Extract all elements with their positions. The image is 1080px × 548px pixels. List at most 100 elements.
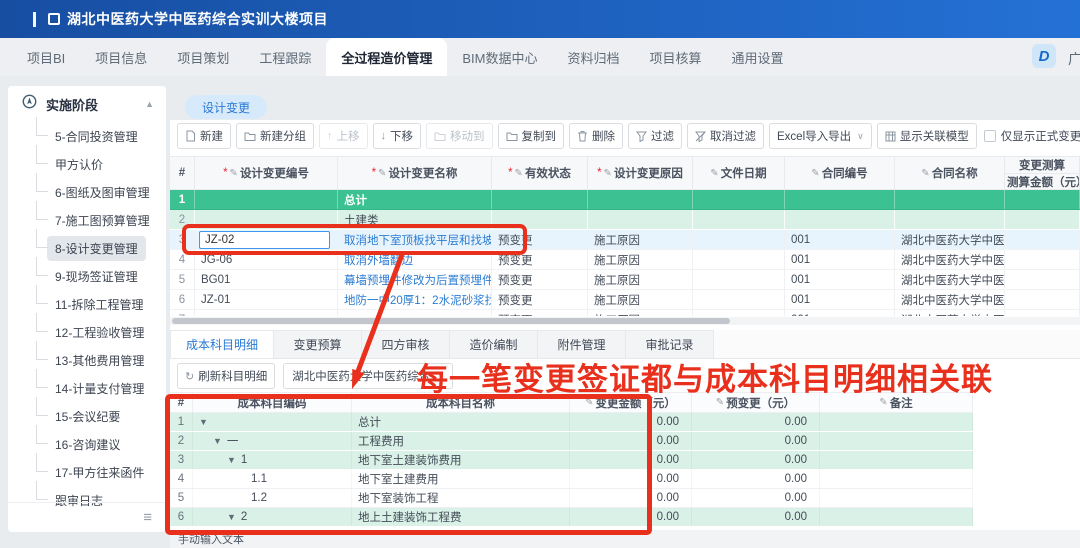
sidebar-item-drawing-review[interactable]: 6-图纸及图审管理 <box>8 178 166 206</box>
checkbox-icon[interactable] <box>984 130 996 142</box>
column-header-pre-change[interactable]: ✎预变更（元） <box>692 393 820 412</box>
change-toolbar: 新建 新建分组 ↑ 上移 ↓ 下移 移动到 复制到 <box>177 123 1080 149</box>
trash-icon <box>577 130 588 142</box>
project-select-dropdown[interactable]: 湖北中医药大学中医药综合 ∨ <box>283 363 453 389</box>
change-name-link[interactable]: 取消外墙翻边 <box>344 252 413 268</box>
nav-tab-project-bi[interactable]: 项目BI <box>12 38 80 76</box>
nav-tab-accounting[interactable]: 项目核算 <box>635 38 717 76</box>
edit-icon: ✎ <box>879 397 887 408</box>
expand-arrow-icon[interactable]: ▼ <box>227 512 236 522</box>
sidebar-item-construction-budget[interactable]: 7-施工图预算管理 <box>8 206 166 234</box>
expand-arrow-icon[interactable]: ▼ <box>213 436 222 446</box>
nav-tab-project-info[interactable]: 项目信息 <box>80 38 162 76</box>
new-group-button[interactable]: 新建分组 <box>236 123 314 149</box>
column-header-remark[interactable]: ✎备注 <box>820 393 973 412</box>
sidebar-item-acceptance[interactable]: 12-工程验收管理 <box>8 318 166 346</box>
change-row-jz01[interactable]: 6 JZ-01 地防一中20厚1：2水泥砂浆找平... 预变更 施工原因 001… <box>170 290 1080 310</box>
change-table-body: 1 总计 2 土建类 3 取消地下室顶板找平层和找坡层 预变更 施 <box>170 190 1080 316</box>
sidebar-item-site-visa[interactable]: 9-现场签证管理 <box>8 262 166 290</box>
column-header-subject-code[interactable]: 成本科目编码 <box>193 393 352 412</box>
detail-tabs: 成本科目明细 变更预算 四方审核 造价编制 附件管理 审批记录 <box>170 330 1080 359</box>
nav-tab-bim-data[interactable]: BIM数据中心 <box>447 38 552 76</box>
sidebar-item-design-change[interactable]: 8-设计变更管理 <box>8 234 166 262</box>
sidebar-item-other-fees[interactable]: 13-其他费用管理 <box>8 346 166 374</box>
nav-tab-settings[interactable]: 通用设置 <box>717 38 799 76</box>
expand-arrow-icon[interactable]: ▼ <box>227 455 236 465</box>
tab-four-party-review[interactable]: 四方审核 <box>362 330 450 358</box>
change-row-jg06[interactable]: 4 JG-06 取消外墙翻边 预变更 施工原因 001 湖北中医药大学中医药..… <box>170 250 1080 270</box>
filter-button[interactable]: 过滤 <box>628 123 682 149</box>
move-to-button[interactable]: 移动到 <box>426 123 493 149</box>
expand-arrow-icon[interactable]: ▼ <box>199 417 208 427</box>
detail-toolbar: ↻ 刷新科目明细 湖北中医药大学中医药综合 ∨ <box>177 363 453 389</box>
sidebar-header[interactable]: 实施阶段 ▲ <box>8 86 166 122</box>
nav-tab-project-tracking[interactable]: 工程跟踪 <box>244 38 326 76</box>
column-header-status[interactable]: *✎有效状态 <box>492 157 588 189</box>
sidebar-header-label: 实施阶段 <box>46 95 145 114</box>
sidebar-item-demolition[interactable]: 11-拆除工程管理 <box>8 290 166 318</box>
grid-icon <box>885 131 896 142</box>
column-header-file-date[interactable]: ✎文件日期 <box>693 157 785 189</box>
edit-icon: ✎ <box>811 168 819 179</box>
cancel-filter-button[interactable]: 取消过滤 <box>687 123 764 149</box>
tab-change-budget[interactable]: 变更预算 <box>274 330 362 358</box>
required-asterisk: * <box>223 167 227 179</box>
refresh-subject-button[interactable]: ↻ 刷新科目明细 <box>177 363 275 389</box>
tab-attachments[interactable]: 附件管理 <box>538 330 626 358</box>
user-menu[interactable]: 广 <box>1068 49 1080 69</box>
change-row-group[interactable]: 2 土建类 <box>170 210 1080 230</box>
hamburger-icon[interactable]: ≡ <box>143 509 152 526</box>
new-button[interactable]: 新建 <box>177 123 231 149</box>
only-formal-change-toggle[interactable]: 仅显示正式变更 <box>982 128 1080 144</box>
sidebar-item-contract-investment[interactable]: 5-合同投资管理 <box>8 122 166 150</box>
arrow-up-icon: ↑ <box>327 130 333 142</box>
column-header-change-amount[interactable]: ✎变更金额（元） <box>570 393 692 412</box>
compass-icon <box>22 94 37 114</box>
nav-tab-archive[interactable]: 资料归档 <box>552 38 634 76</box>
column-header-calc-group[interactable]: 变更测算 ✎测算金额（元） <box>1005 157 1080 189</box>
change-row-bg01[interactable]: 5 BG01 幕墙预埋件修改为后置预埋件+化... 预变更 施工原因 001 湖… <box>170 270 1080 290</box>
change-row-jz02[interactable]: 3 取消地下室顶板找平层和找坡层 预变更 施工原因 001 湖北中医药大学中医药… <box>170 230 1080 250</box>
nav-tab-project-planning[interactable]: 项目策划 <box>162 38 244 76</box>
cost-row-basement-deco[interactable]: 5 1.2 地下室装饰工程 0.00 0.00 <box>170 489 973 508</box>
scrollbar-thumb[interactable] <box>172 318 730 324</box>
cost-row-project-fee[interactable]: 2 ▼一 工程费用 0.00 0.00 <box>170 432 973 451</box>
column-header-reason[interactable]: *✎设计变更原因 <box>588 157 693 189</box>
cost-row-aboveground-civil-deco[interactable]: 6 ▼2 地上土建装饰工程费 0.00 0.00 <box>170 508 973 527</box>
column-header-change-code[interactable]: *✎设计变更编号 <box>195 157 338 189</box>
sidebar-item-meeting-minutes[interactable]: 15-会议纪要 <box>8 402 166 430</box>
change-name-link[interactable]: 幕墙预埋件修改为后置预埋件+化... <box>344 272 492 288</box>
excel-import-export-button[interactable]: Excel导入导出 ∨ <box>769 123 872 149</box>
sidebar-item-consulting[interactable]: 16-咨询建议 <box>8 430 166 458</box>
show-model-button[interactable]: 显示关联模型 <box>877 123 977 149</box>
collapse-caret-icon[interactable]: ▲ <box>145 99 154 109</box>
change-name-link[interactable]: 地防一中20厚1：2水泥砂浆找平... <box>344 292 492 308</box>
nav-tab-cost-management[interactable]: 全过程造价管理 <box>326 38 447 76</box>
cost-row-basement-civil[interactable]: 4 1.1 地下室土建费用 0.00 0.00 <box>170 470 973 489</box>
column-header-contract-name[interactable]: ✎合同名称 <box>895 157 1005 189</box>
copy-to-button[interactable]: 复制到 <box>498 123 565 149</box>
tab-cost-compilation[interactable]: 造价编制 <box>450 330 538 358</box>
required-asterisk: * <box>372 167 376 179</box>
edit-icon: ✎ <box>378 168 386 179</box>
change-code-input[interactable] <box>199 231 330 249</box>
tab-approval-records[interactable]: 审批记录 <box>626 330 714 358</box>
change-row-partial[interactable]: 7 预变更 施工原因 001 湖北中医药大学中医药... <box>170 310 1080 316</box>
change-name-link[interactable]: 取消地下室顶板找平层和找坡层 <box>344 232 492 248</box>
cost-row-basement-civil-deco[interactable]: 3 ▼1 地下室土建装饰费用 0.00 0.00 <box>170 451 973 470</box>
move-down-button[interactable]: ↓ 下移 <box>373 123 422 149</box>
column-header-subject-name[interactable]: 成本科目名称 <box>352 393 570 412</box>
change-row-total[interactable]: 1 总计 <box>170 190 1080 210</box>
required-asterisk: * <box>508 167 512 179</box>
cost-row-total[interactable]: 1 ▼ 总计 0.00 0.00 <box>170 413 973 432</box>
column-header-change-name[interactable]: *✎设计变更名称 <box>338 157 492 189</box>
page-tab-design-change[interactable]: 设计变更 <box>185 95 267 119</box>
move-up-button[interactable]: ↑ 上移 <box>319 123 368 149</box>
delete-button[interactable]: 删除 <box>569 123 623 149</box>
tab-cost-subject-detail[interactable]: 成本科目明细 <box>170 330 274 358</box>
sidebar-item-owner-letters[interactable]: 17-甲方往来函件 <box>8 458 166 486</box>
sidebar-item-payment[interactable]: 14-计量支付管理 <box>8 374 166 402</box>
sidebar-item-owner-pricing[interactable]: 甲方认价 <box>8 150 166 178</box>
column-header-contract-no[interactable]: ✎合同编号 <box>785 157 895 189</box>
edit-icon: ✎ <box>716 397 724 408</box>
